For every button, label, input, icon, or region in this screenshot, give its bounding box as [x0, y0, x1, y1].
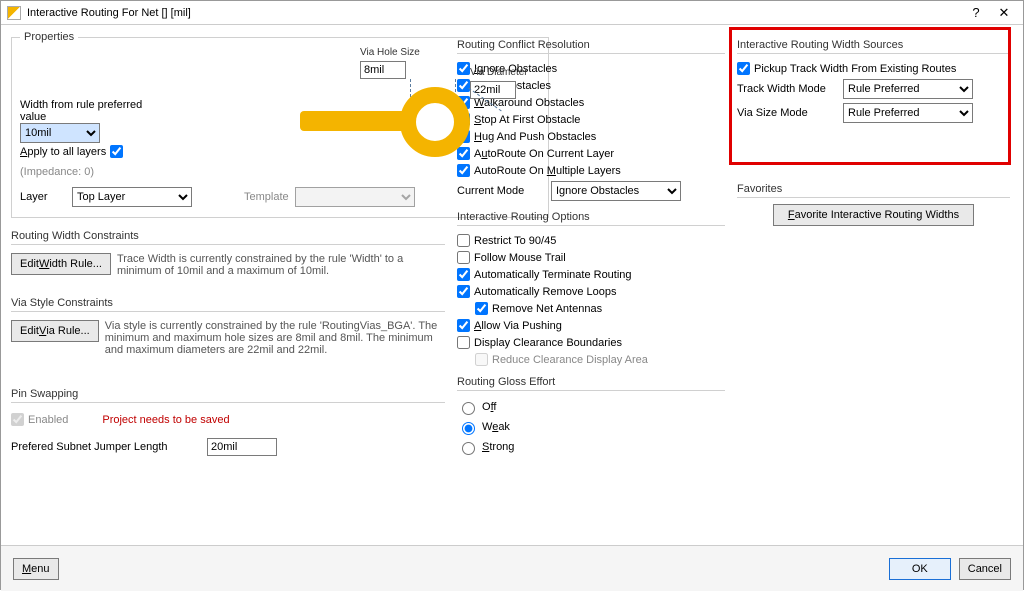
- track-width-mode-label: Track Width Mode: [737, 83, 837, 95]
- options-header: Interactive Routing Options: [457, 207, 725, 226]
- gloss-off-row[interactable]: Off: [457, 397, 725, 417]
- restrict-9045-row[interactable]: Restrict To 90/45: [457, 232, 725, 249]
- jumper-length-input[interactable]: [207, 438, 277, 456]
- ok-button[interactable]: OK: [889, 558, 951, 580]
- reduce-clearance-row: Reduce Clearance Display Area: [475, 351, 725, 368]
- footer: Menu OK Cancel: [1, 545, 1023, 591]
- current-mode-label: Current Mode: [457, 185, 545, 197]
- width-constraints-header: Routing Width Constraints: [11, 226, 445, 245]
- layer-select[interactable]: Top Layer: [72, 187, 192, 207]
- template-label: Template: [244, 191, 289, 203]
- auto-remove-loops-row[interactable]: Automatically Remove Loops: [457, 283, 725, 300]
- gloss-header: Routing Gloss Effort: [457, 372, 725, 391]
- remove-antennas-checkbox[interactable]: [475, 302, 488, 315]
- jumper-length-label: Prefered Subnet Jumper Length: [11, 441, 201, 453]
- allow-via-pushing-checkbox[interactable]: [457, 319, 470, 332]
- edit-via-rule-button[interactable]: Edit Via Rule...: [11, 320, 99, 342]
- width-constraints-text: Trace Width is currently constrained by …: [117, 253, 445, 277]
- properties-legend: Properties: [20, 31, 78, 43]
- help-button[interactable]: ?: [963, 3, 989, 23]
- auto-terminate-checkbox[interactable]: [457, 268, 470, 281]
- template-select: [295, 187, 415, 207]
- allow-via-pushing-row[interactable]: Allow Via Pushing: [457, 317, 725, 334]
- reduce-clearance-checkbox: [475, 353, 488, 366]
- titlebar: Interactive Routing For Net [] [mil] ? ✕: [1, 1, 1023, 25]
- via-hole-size-label: Via Hole Size: [360, 47, 420, 58]
- pin-swap-warning: Project needs to be saved: [102, 414, 229, 426]
- auto-terminate-row[interactable]: Automatically Terminate Routing: [457, 266, 725, 283]
- follow-mouse-checkbox[interactable]: [457, 251, 470, 264]
- apply-all-layers-row[interactable]: Apply to all layers: [20, 143, 160, 160]
- pin-swap-enabled-label: Enabled: [28, 414, 68, 426]
- window-title: Interactive Routing For Net [] [mil]: [27, 7, 961, 19]
- edit-width-rule-button[interactable]: Edit Width Rule...: [11, 253, 111, 275]
- follow-mouse-row[interactable]: Follow Mouse Trail: [457, 249, 725, 266]
- current-mode-select[interactable]: Ignore Obstacles: [551, 181, 681, 201]
- gloss-weak-row[interactable]: Weak: [457, 417, 725, 437]
- pickup-track-width-checkbox[interactable]: [737, 62, 750, 75]
- via-size-mode-select[interactable]: Rule Preferred: [843, 103, 973, 123]
- via-size-mode-label: Via Size Mode: [737, 107, 837, 119]
- track-width-mode-select[interactable]: Rule Preferred: [843, 79, 973, 99]
- impedance-label: (Impedance: 0): [20, 166, 160, 178]
- via-diameter-label: Via Diameter: [470, 67, 528, 78]
- via-hole-size-input[interactable]: [360, 61, 406, 79]
- via-constraints-header: Via Style Constraints: [11, 293, 445, 312]
- app-icon: [7, 6, 21, 20]
- cancel-button[interactable]: Cancel: [959, 558, 1011, 580]
- display-clearance-checkbox[interactable]: [457, 336, 470, 349]
- pin-swap-enabled-row: Enabled: [11, 411, 68, 428]
- display-clearance-row[interactable]: Display Clearance Boundaries: [457, 334, 725, 351]
- favorites-header: Favorites: [737, 179, 1010, 198]
- width-from-rule-label: Width from rule preferred value: [20, 99, 160, 123]
- via-diagram: Via Hole Size Via Diameter: [300, 49, 540, 179]
- gloss-weak-radio[interactable]: [462, 422, 475, 435]
- pickup-track-width-row[interactable]: Pickup Track Width From Existing Routes: [737, 60, 1010, 77]
- via-diameter-input[interactable]: [470, 81, 516, 99]
- gloss-off-radio[interactable]: [462, 402, 475, 415]
- apply-all-layers-label: Apply to all layers: [20, 146, 106, 158]
- favorite-widths-button[interactable]: Favorite Interactive Routing Widths: [773, 204, 974, 226]
- gloss-strong-radio[interactable]: [462, 442, 475, 455]
- remove-antennas-row[interactable]: Remove Net Antennas: [475, 300, 725, 317]
- via-constraints-text: Via style is currently constrained by th…: [105, 320, 445, 356]
- width-from-rule-select[interactable]: 10mil: [20, 123, 100, 143]
- restrict-9045-checkbox[interactable]: [457, 234, 470, 247]
- apply-all-layers-checkbox[interactable]: [110, 145, 123, 158]
- menu-button[interactable]: Menu: [13, 558, 59, 580]
- gloss-strong-row[interactable]: Strong: [457, 437, 725, 457]
- layer-label: Layer: [20, 191, 66, 203]
- width-sources-header: Interactive Routing Width Sources: [737, 35, 1010, 54]
- auto-remove-loops-checkbox[interactable]: [457, 285, 470, 298]
- pin-swapping-header: Pin Swapping: [11, 384, 445, 403]
- close-button[interactable]: ✕: [991, 3, 1017, 23]
- pin-swap-enabled-checkbox: [11, 413, 24, 426]
